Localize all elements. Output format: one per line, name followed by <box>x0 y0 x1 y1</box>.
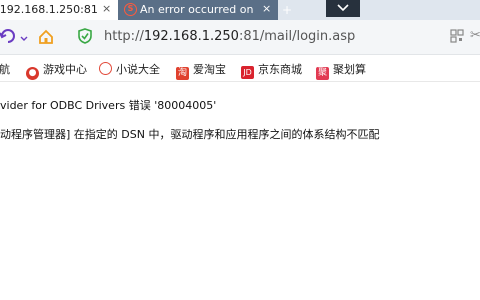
scissors-icon[interactable]: ✂ <box>470 28 480 43</box>
close-tab-icon[interactable]: × <box>102 2 111 15</box>
bookmark-aitaobao[interactable]: 淘爱淘宝 <box>176 61 226 80</box>
security-shield-icon[interactable] <box>78 28 92 44</box>
error-message-line-1: vider for ODBC Drivers 错误 '80004005' <box>0 99 217 112</box>
bookmark-navigation[interactable]: 航 <box>0 61 10 77</box>
bookmark-jd[interactable]: JD 京东商城 <box>241 61 302 79</box>
home-icon[interactable] <box>38 29 54 45</box>
url-scheme: http:// <box>104 29 144 44</box>
tab-login[interactable]: /192.168.1.250:81 × <box>0 0 118 20</box>
bookmark-novels[interactable]: 小说大全 <box>99 61 160 77</box>
close-tab-icon[interactable]: × <box>262 2 271 15</box>
tab-error[interactable]: S An error occurred on × <box>118 0 278 20</box>
tab-title: /192.168.1.250:81 <box>0 3 98 16</box>
tab-title: An error occurred on <box>140 3 254 16</box>
url-host: 192.168.1.250 <box>143 29 239 44</box>
qr-code-icon[interactable] <box>450 29 464 43</box>
tab-strip: /192.168.1.250:81 × S An error occurred … <box>0 0 480 20</box>
tab-menu-button[interactable] <box>326 0 360 17</box>
taobao-icon: 淘 <box>176 67 189 80</box>
chevron-down-icon[interactable] <box>20 36 28 42</box>
bookmark-juhuasuan[interactable]: 聚聚划算 <box>316 61 366 80</box>
bookmarks-bar: 航 ● 游戏中心 小说大全 淘爱淘宝 JD 京东商城 聚聚划算 <box>0 55 480 82</box>
address-input[interactable]: http://192.168.1.250:81/mail/login.asp <box>104 29 355 44</box>
novels-icon <box>99 62 112 75</box>
bookmark-game-center[interactable]: ● 游戏中心 <box>26 61 87 80</box>
chevron-down-icon <box>337 4 349 12</box>
undo-back-icon[interactable] <box>0 27 20 47</box>
error-message-line-2: 动程序管理器] 在指定的 DSN 中，驱动程序和应用程序之间的体系结构不匹配 <box>0 128 380 141</box>
url-path: :81/mail/login.asp <box>238 29 356 44</box>
navigation-bar: http://192.168.1.250:81/mail/login.asp ✂ <box>0 20 480 55</box>
new-tab-button[interactable]: + <box>282 3 292 17</box>
game-center-icon: ● <box>26 67 39 80</box>
juhuasuan-icon: 聚 <box>316 67 329 80</box>
favicon-icon: S <box>124 3 137 16</box>
jd-icon: JD <box>241 66 254 79</box>
